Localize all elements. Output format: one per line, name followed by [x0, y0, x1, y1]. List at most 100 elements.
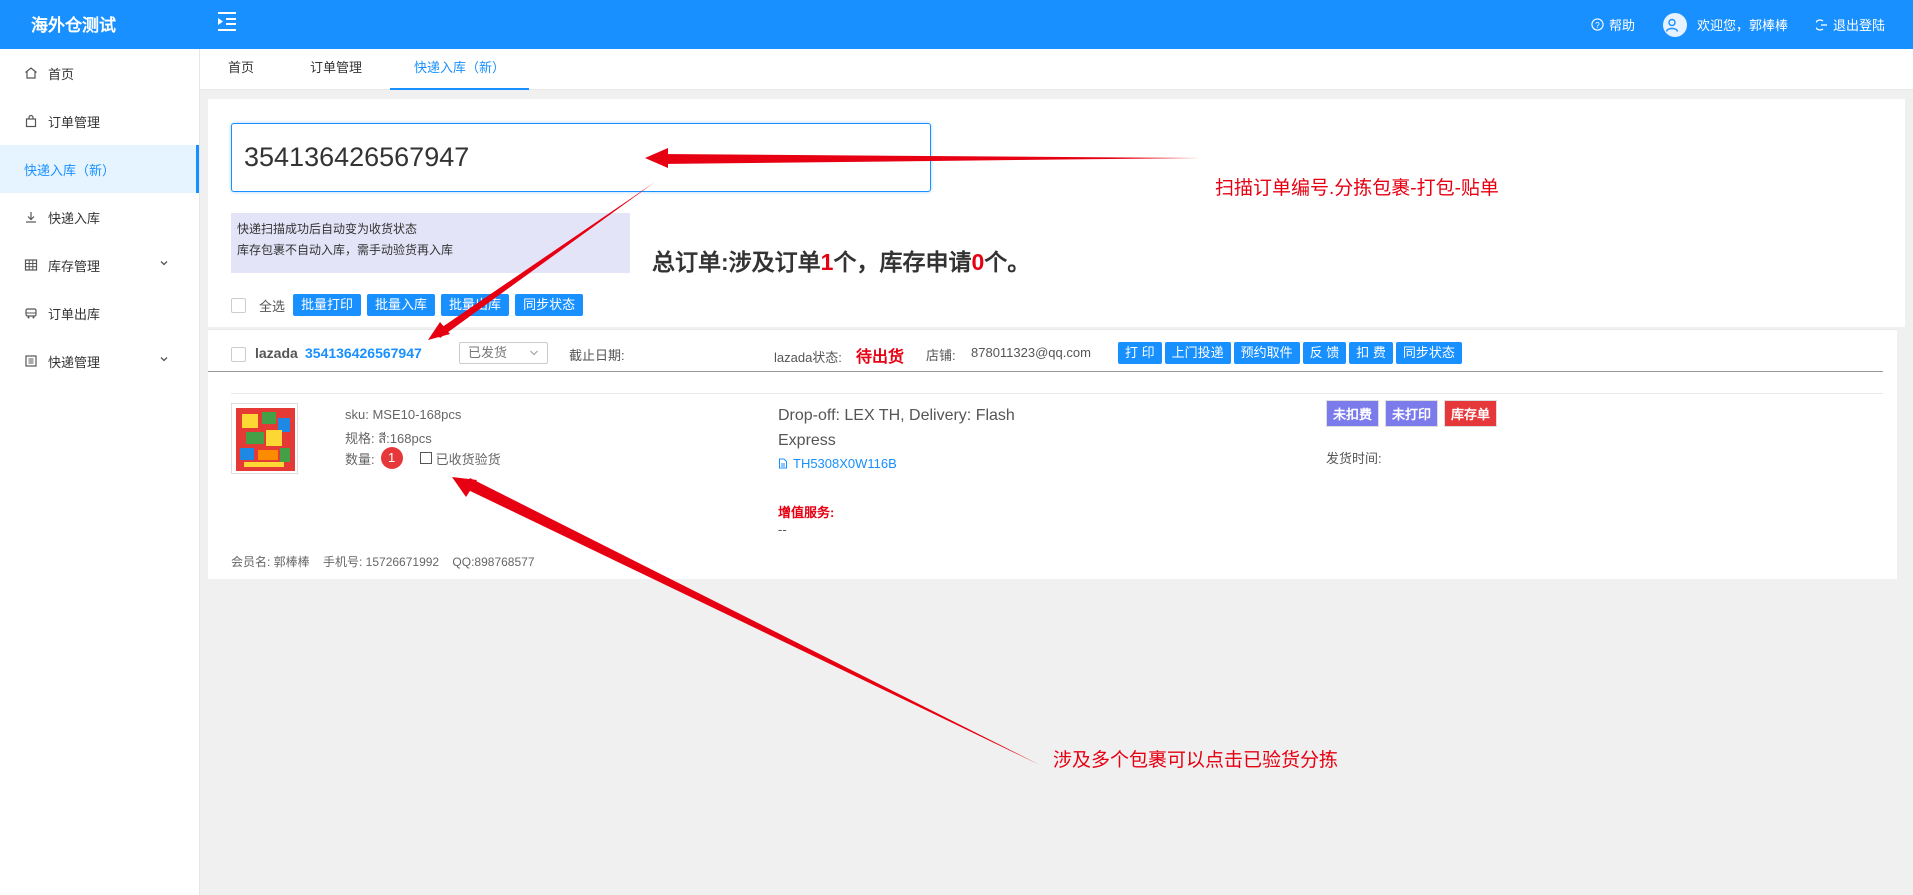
sidebar-item-label: 订单出库: [48, 306, 101, 322]
tracking-link[interactable]: TH5308X0W116B: [778, 456, 897, 471]
sidebar-item-label: 订单管理: [48, 114, 101, 130]
feedback-button[interactable]: 反 馈: [1302, 342, 1347, 364]
door-delivery-button[interactable]: 上门投递: [1164, 342, 1231, 364]
tip-line-2: 库存包裹不自动入库，需手动验货再入库: [237, 243, 454, 257]
quantity-label: 数量:: [345, 451, 375, 467]
tip-line-1: 快递扫描成功后自动变为收货状态: [237, 222, 418, 236]
batch-inbound-button[interactable]: 批量入库: [367, 294, 436, 316]
product-spec: 规格: สี:168pcs: [345, 431, 432, 446]
truck-icon: [25, 308, 37, 319]
logout-label: 退出登陆: [1832, 18, 1885, 33]
user-menu[interactable]: 欢迎您，郭棒棒: [1662, 12, 1788, 37]
ship-time-label: 发货时间:: [1326, 451, 1382, 466]
order-platform: lazada: [255, 345, 298, 361]
home-icon: [25, 67, 37, 79]
value-added-service-label: 增值服务:: [778, 505, 835, 520]
summary-stock-count: 0: [971, 249, 985, 275]
welcome-text: 欢迎您，郭棒棒: [1696, 18, 1788, 33]
logout-link[interactable]: 退出登陆: [1815, 15, 1885, 34]
sidebar-item-outbound[interactable]: 订单出库: [0, 289, 199, 337]
value-added-service-value: --: [778, 522, 787, 537]
summary-suffix: 个。: [984, 249, 1031, 275]
order-number[interactable]: 354136426567947: [305, 345, 422, 361]
document-icon: [779, 458, 787, 469]
sidebar-item-label: 快递入库: [48, 210, 101, 226]
sidebar-item-express-inbound[interactable]: 快递入库: [0, 193, 199, 241]
select-all-label: 全选: [259, 298, 286, 314]
top-header: 海外仓测试 ? 帮助 欢迎您，郭棒棒 退出登陆: [0, 0, 1913, 49]
order-header: lazada 354136426567947 已发货 截止日期: lazada状…: [208, 330, 1883, 372]
batch-outbound-button[interactable]: 批量出库: [441, 294, 510, 316]
print-button[interactable]: 打 印: [1118, 342, 1162, 364]
order-card: lazada 354136426567947 已发货 截止日期: lazada状…: [208, 329, 1897, 579]
chevron-down-icon: [160, 261, 168, 266]
sidebar-item-orders[interactable]: 订单管理: [0, 97, 199, 145]
tab-home[interactable]: 首页: [200, 49, 282, 90]
scan-panel: 快递扫描成功后自动变为收货状态 库存包裹不自动入库，需手动验货再入库 总订单:涉…: [208, 99, 1905, 327]
received-inspected-label[interactable]: 已收货验货: [436, 449, 501, 468]
sync-status-button[interactable]: 同步状态: [1395, 342, 1462, 364]
avatar: [1662, 12, 1687, 37]
order-checkbox[interactable]: [231, 347, 246, 362]
divider: [231, 393, 1883, 394]
annotation-scan-note: 扫描订单编号.分拣包裹-打包-贴单: [1215, 178, 1499, 199]
scan-order-input[interactable]: [231, 123, 931, 192]
deduct-fee-button[interactable]: 扣 费: [1349, 342, 1393, 364]
download-icon: [26, 212, 36, 223]
sidebar: 首页 订单管理 快递入库（新） 快递入库 库存管理 订单出库 快递管理: [0, 49, 200, 895]
sidebar-item-label: 库存管理: [48, 258, 101, 274]
deadline-label: 截止日期:: [569, 348, 625, 363]
summary-mid: 个，库存申请: [833, 249, 972, 275]
help-label: 帮助: [1608, 18, 1635, 33]
menu-toggle-icon[interactable]: [216, 10, 242, 34]
sidebar-item-home[interactable]: 首页: [0, 49, 199, 97]
sidebar-item-label: 快递管理: [48, 354, 101, 370]
quantity-badge: 1: [380, 447, 403, 469]
sidebar-item-inventory[interactable]: 库存管理: [0, 241, 199, 289]
shopping-bag-icon: [25, 114, 37, 128]
list-icon: [25, 355, 37, 367]
chevron-down-icon: [530, 350, 538, 356]
order-actions: 打 印 上门投递 预约取件 反 馈 扣 费 同步状态: [1118, 342, 1465, 364]
summary-prefix: 总订单:涉及订单: [652, 249, 821, 275]
order-status-select[interactable]: 已发货: [459, 342, 548, 364]
order-tags: 未扣费 未打印 库存单: [1326, 400, 1503, 427]
app-brand: 海外仓测试: [31, 16, 116, 35]
batch-actions: 全选 批量打印 批量入库 批量出库 同步状态: [231, 294, 589, 316]
help-icon: ?: [1591, 18, 1604, 31]
header-actions: ? 帮助 欢迎您，郭棒棒 退出登陆: [1591, 0, 1913, 49]
table-icon: [24, 259, 38, 271]
product-thumbnail: [231, 403, 298, 474]
annotation-multi-package-note: 涉及多个包裹可以点击已验货分拣: [1053, 750, 1339, 771]
schedule-pickup-button[interactable]: 预约取件: [1233, 342, 1300, 364]
sidebar-item-express-inbound-new[interactable]: 快递入库（新）: [0, 145, 199, 193]
help-link[interactable]: ? 帮助: [1591, 15, 1635, 34]
lazada-status-value: 待出货: [856, 349, 905, 366]
svg-text:?: ?: [1595, 20, 1600, 30]
delivery-method: Drop-off: LEX TH, Delivery: Flash Expres…: [778, 407, 1015, 449]
logout-icon: [1815, 18, 1827, 31]
tab-orders[interactable]: 订单管理: [282, 49, 390, 90]
status-badge-unbilled: 未扣费: [1326, 400, 1380, 427]
shop-label: 店铺:: [926, 348, 956, 363]
summary-order-count: 1: [820, 249, 834, 275]
batch-print-button[interactable]: 批量打印: [293, 294, 362, 316]
member-info: 会员名: 郭棒棒 手机号: 15726671992 QQ:898768577: [231, 555, 535, 569]
shop-value: 878011323@qq.com: [971, 345, 1091, 360]
select-all-checkbox[interactable]: [231, 297, 246, 313]
lazada-status-label: lazada状态:: [774, 350, 842, 365]
tab-express-inbound-new[interactable]: 快递入库（新）: [390, 49, 530, 90]
user-icon: [1666, 18, 1679, 32]
status-badge-stock-order: 库存单: [1444, 400, 1498, 427]
quantity-row: 数量: 1 已收货验货: [345, 447, 501, 469]
sidebar-item-label: 首页: [48, 66, 75, 82]
batch-sync-status-button[interactable]: 同步状态: [515, 294, 584, 316]
tip-box: 快递扫描成功后自动变为收货状态 库存包裹不自动入库，需手动验货再入库: [231, 213, 630, 273]
received-inspected-checkbox[interactable]: [419, 452, 432, 464]
chevron-down-icon: [160, 357, 168, 362]
product-sku: sku: MSE10-168pcs: [345, 407, 462, 422]
sidebar-item-label: 快递入库（新）: [24, 162, 116, 178]
page-tabs: 首页 订单管理 快递入库（新）: [200, 49, 1913, 90]
status-select-value: 已发货: [468, 345, 508, 360]
sidebar-item-express-management[interactable]: 快递管理: [0, 337, 199, 385]
